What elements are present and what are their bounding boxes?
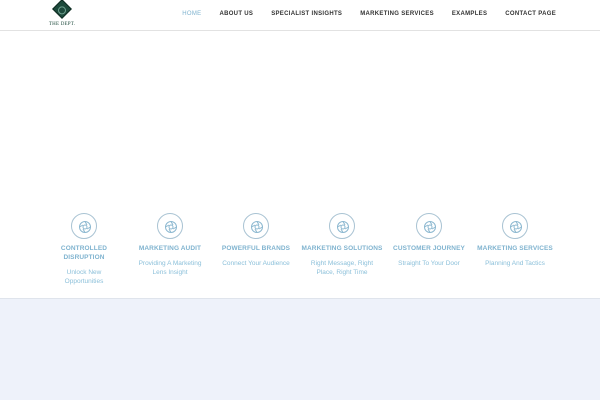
aperture-icon [329,213,355,239]
feature-title: CUSTOMER JOURNEY [393,245,465,252]
site-header: THE DEPT. HOME ABOUT US SPECIALIST INSIG… [0,0,600,31]
feature-description: Providing A Marketing Lens Insight [138,260,202,276]
feature-title: MARKETING SERVICES [477,245,553,252]
nav-item-specialist-insights[interactable]: SPECIALIST INSIGHTS [271,11,342,17]
nav-item-examples[interactable]: EXAMPLES [452,11,487,17]
feature-description: Straight To Your Door [398,260,460,267]
feature-title: CONTROLLED DISRUPTION [60,245,108,261]
feature-description: Planning And Tactics [485,260,545,267]
logo-diamond-icon [52,0,72,19]
aperture-icon [416,213,442,239]
logo-text: THE DEPT. [48,22,76,27]
site-logo[interactable]: THE DEPT. [46,0,78,30]
feature-marketing-audit[interactable]: MARKETING AUDIT Providing A Marketing Le… [127,213,213,277]
feature-customer-journey[interactable]: CUSTOMER JOURNEY Straight To Your Door [386,213,472,268]
feature-powerful-brands[interactable]: POWERFUL BRANDS Connect Your Audience [213,213,299,268]
aperture-icon [157,213,183,239]
aperture-icon [71,213,97,239]
main-nav: HOME ABOUT US SPECIALIST INSIGHTS MARKET… [164,11,556,17]
feature-title: MARKETING AUDIT [138,245,202,252]
aperture-icon [243,213,269,239]
feature-title: MARKETING SOLUTIONS [301,245,383,252]
nav-item-home[interactable]: HOME [182,11,201,17]
nav-item-contact-page[interactable]: CONTACT PAGE [505,11,556,17]
feature-controlled-disruption[interactable]: CONTROLLED DISRUPTION Unlock New Opportu… [41,213,127,286]
feature-marketing-solutions[interactable]: MARKETING SOLUTIONS Right Message, Right… [299,213,385,277]
features-row: CONTROLLED DISRUPTION Unlock New Opportu… [41,213,561,293]
feature-marketing-services[interactable]: MARKETING SERVICES Planning And Tactics [472,213,558,268]
feature-description: Connect Your Audience [222,260,290,267]
feature-description: Right Message, Right Place, Right Time [310,260,374,276]
nav-item-marketing-services[interactable]: MARKETING SERVICES [360,11,434,17]
feature-title: POWERFUL BRANDS [221,245,291,252]
lower-section [0,300,600,400]
feature-description: Unlock New Opportunities [64,269,104,285]
nav-item-about-us[interactable]: ABOUT US [219,11,253,17]
aperture-icon [502,213,528,239]
